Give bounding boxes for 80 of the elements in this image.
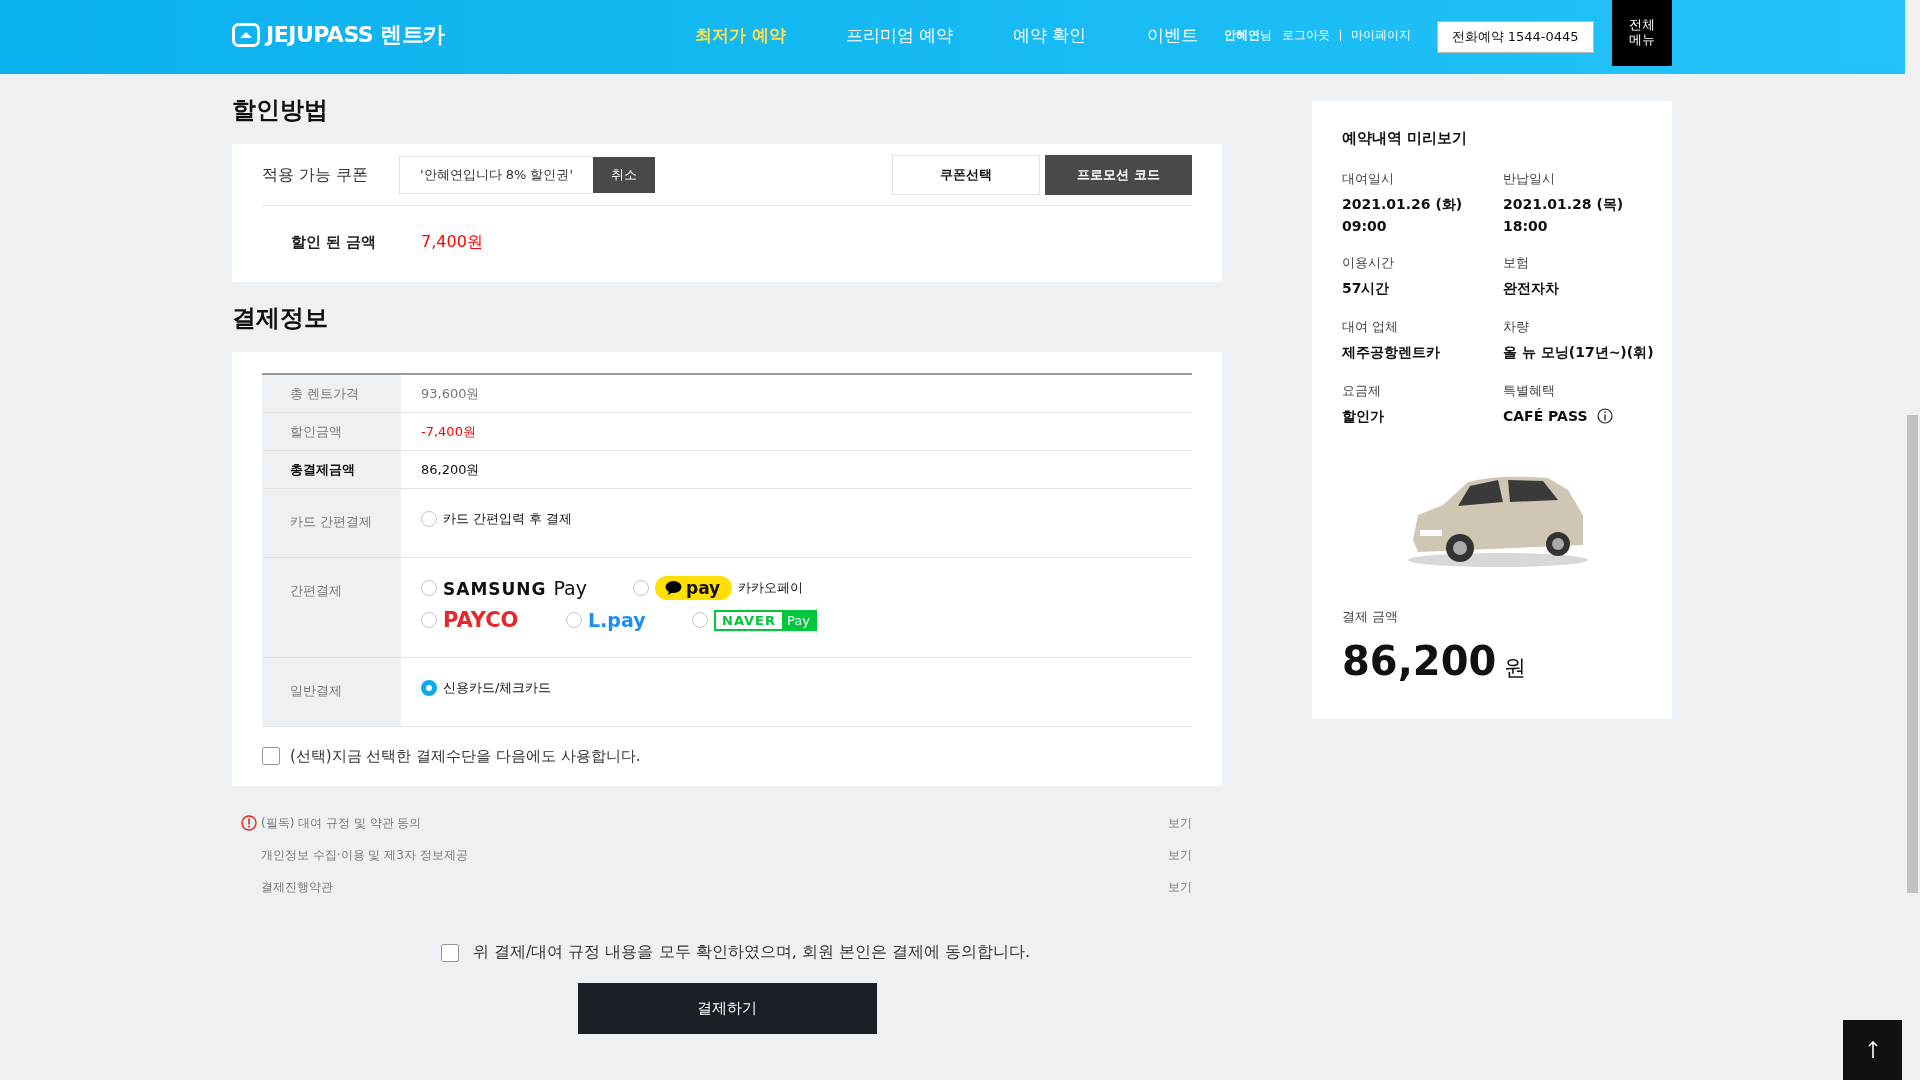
field-label: 요금제 <box>1342 382 1382 400</box>
field-value: 올 뉴 모닝(17년~)(휘) <box>1503 344 1654 362</box>
payment-amount-label: 결제 금액 <box>1342 608 1400 626</box>
radio-button[interactable] <box>421 511 437 527</box>
naver-pay-logo: NAVER Pay <box>714 609 817 631</box>
logo-text[interactable]: JEJUPASS 렌트카 <box>266 20 445 50</box>
payco-logo: PAYCO <box>443 608 519 632</box>
pay-button[interactable]: 결제하기 <box>577 983 877 1034</box>
remember-method-label: (선택)지금 선택한 결제수단을 다음에도 사용합니다. <box>290 746 641 766</box>
samsung-pay-logo: SAMSUNG Pay <box>443 577 587 599</box>
section-title: 결제정보 <box>232 303 329 334</box>
view-link[interactable]: 보기 <box>1168 814 1192 832</box>
kakao-pay-logo: pay <box>655 576 733 600</box>
field-value: 제주공항렌트카 <box>1342 344 1440 362</box>
row-header: 카드 간편결제 <box>262 489 401 557</box>
all-menu-button[interactable]: 전체 메뉴 <box>1612 0 1672 66</box>
row-header: 총 렌트가격 <box>262 375 401 412</box>
panel-title: 예약내역 미리보기 <box>1342 129 1469 148</box>
radio-button[interactable] <box>633 580 649 596</box>
field-value: 09:00 <box>1342 218 1387 234</box>
field-label: 보험 <box>1503 254 1530 272</box>
option-label: 카드 간편입력 후 결제 <box>443 510 573 528</box>
radio-button[interactable] <box>566 612 582 628</box>
agreement-label: 위 결제/대여 규정 내용을 모두 확인하였으며, 회원 본인은 결제에 동의합니다. <box>472 942 1031 963</box>
table-cell-text: -7,400원 <box>420 422 477 441</box>
cancel-button[interactable]: 취소 <box>593 157 656 193</box>
coupon-select-button[interactable]: 쿠폰선택 <box>892 155 1040 195</box>
coupon-label: 적용 가능 쿠폰 <box>262 164 370 186</box>
row-header: 일반결제 <box>262 658 401 726</box>
radio-button[interactable] <box>421 580 437 596</box>
field-value: 57시간 <box>1342 280 1390 298</box>
logout-link[interactable]: 로그아웃 <box>1281 26 1330 44</box>
rounded-square-logo-icon <box>232 23 260 47</box>
table-cell-text: 86,200원 <box>420 460 481 479</box>
warning-icon <box>241 815 257 831</box>
field-label: 차량 <box>1503 318 1530 336</box>
phone-reservation-button[interactable]: 전화예약 1544-0445 <box>1436 21 1594 53</box>
view-link[interactable]: 보기 <box>1168 878 1192 896</box>
promo-code-button[interactable]: 프로모션 코드 <box>1045 155 1192 195</box>
terms-label: (필독) 대여 규정 및 약관 동의 <box>261 814 423 832</box>
currency-label: 원 <box>1504 654 1527 682</box>
section-title: 할인방법 <box>232 95 329 126</box>
user-name: 안혜연님 <box>1223 26 1272 44</box>
scroll-to-top-button[interactable] <box>1843 1020 1902 1080</box>
table-cell-text: 93,600원 <box>420 384 481 403</box>
field-value: 2021.01.26 (화) <box>1342 196 1463 214</box>
option-label: 카카오페이 <box>738 579 804 597</box>
field-label: 반납일시 <box>1503 170 1556 188</box>
nav-link[interactable]: 예약 확인 <box>1013 23 1087 47</box>
terms-label: 결제진행약관 <box>261 878 334 896</box>
field-label: 대여일시 <box>1342 170 1395 188</box>
nav-link[interactable]: 프리미엄 예약 <box>845 23 954 47</box>
field-value: 완전자차 <box>1503 280 1559 298</box>
row-header: 할인금액 <box>262 413 401 450</box>
payment-amount: 86,200 <box>1342 638 1497 684</box>
arrow-up-icon <box>1866 1041 1879 1059</box>
field-value: 할인가 <box>1342 408 1384 426</box>
radio-button[interactable] <box>421 680 437 696</box>
radio-button[interactable] <box>421 612 437 628</box>
terms-label: 개인정보 수집·이용 및 제3자 정보제공 <box>261 846 469 864</box>
row-header: 총결제금액 <box>262 451 401 488</box>
nav-link[interactable]: 이벤트 <box>1146 23 1198 47</box>
discounted-amount: 7,400원 <box>421 231 483 253</box>
option-label: 신용카드/체크카드 <box>443 679 552 697</box>
field-value: 2021.01.28 (목) <box>1503 196 1624 214</box>
lpay-logo: L.pay <box>588 609 646 631</box>
field-label: 특별혜택 <box>1503 382 1556 400</box>
row-header: 간편결제 <box>262 558 401 657</box>
info-icon[interactable] <box>1597 408 1614 424</box>
coupon-field[interactable]: '안혜연입니다 8% 할인권' <box>399 156 594 194</box>
field-label: 대여 업체 <box>1342 318 1400 336</box>
discounted-amount-label: 할인 된 금액 <box>291 232 378 252</box>
checkbox[interactable] <box>262 747 280 765</box>
view-link[interactable]: 보기 <box>1168 846 1192 864</box>
field-label: 이용시간 <box>1342 254 1395 272</box>
radio-button[interactable] <box>692 612 708 628</box>
field-value: 18:00 <box>1503 218 1548 234</box>
scrollbar[interactable] <box>1905 0 1920 1080</box>
checkbox[interactable] <box>440 943 459 962</box>
field-value: CAFÉ PASS <box>1503 408 1588 424</box>
